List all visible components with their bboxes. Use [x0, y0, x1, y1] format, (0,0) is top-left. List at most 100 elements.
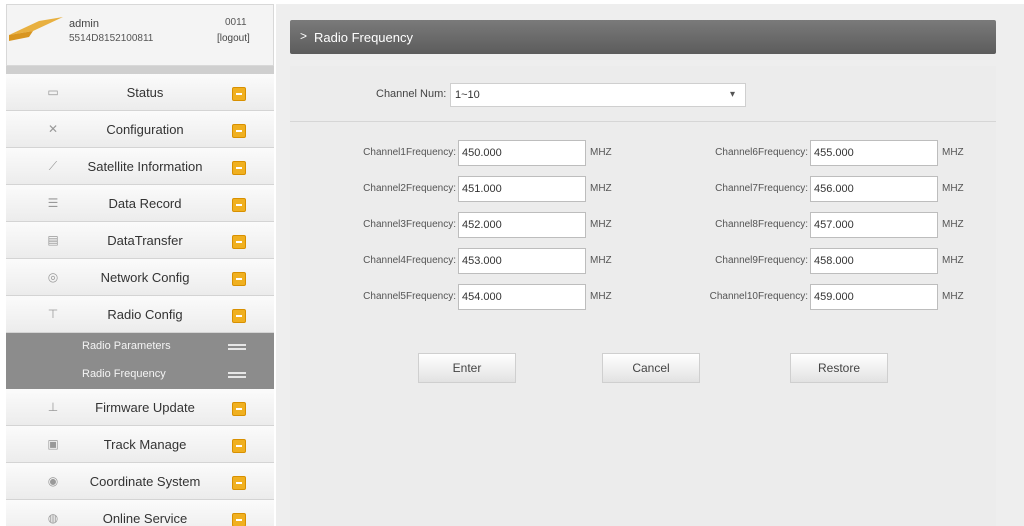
sidebar: admin 5514D8152100811 0011 [logout] ▭ St… [6, 4, 274, 526]
menu-lines-icon [228, 372, 246, 378]
enter-button[interactable]: Enter [418, 353, 516, 383]
menu-item-label: DataTransfer [107, 233, 183, 248]
channel2-unit: MHZ [590, 183, 612, 194]
menu-item-status[interactable]: ▭ Status [6, 74, 274, 111]
user-panel: admin 5514D8152100811 0011 [logout] [6, 4, 274, 66]
channel10-frequency-input[interactable]: 459.000 [810, 284, 938, 310]
logout-link[interactable]: [logout] [217, 33, 250, 44]
network-icon: ◎ [47, 270, 59, 284]
service-icon: ◍ [47, 511, 59, 525]
user-code: 0011 [225, 17, 247, 28]
channel9-frequency-input[interactable]: 458.000 [810, 248, 938, 274]
page-title-bar: > Radio Frequency [290, 20, 996, 54]
channel3-unit: MHZ [590, 219, 612, 230]
expand-icon[interactable] [232, 124, 246, 138]
channel10-label: Channel10Frequency: [709, 291, 808, 302]
user-id: 5514D8152100811 [69, 33, 154, 44]
channel6-unit: MHZ [942, 147, 964, 158]
restore-button[interactable]: Restore [790, 353, 888, 383]
channel2-frequency-input[interactable]: 451.000 [458, 176, 586, 202]
channel8-unit: MHZ [942, 219, 964, 230]
user-name: admin [69, 18, 99, 30]
menu-item-label: Configuration [106, 122, 184, 137]
menu-item-label: Online Service [102, 511, 188, 526]
channel10-unit: MHZ [942, 291, 964, 302]
channel6-frequency-input[interactable]: 455.000 [810, 140, 938, 166]
submenu-item-label: Radio Parameters [82, 340, 171, 352]
expand-icon[interactable] [232, 309, 246, 323]
channel8-label: Channel8Frequency: [715, 219, 808, 230]
menu-item-label: Firmware Update [95, 400, 195, 415]
menu-item-datatransfer[interactable]: ▤ DataTransfer [6, 222, 274, 259]
menu-item-label: Track Manage [103, 437, 187, 452]
menu-item-online-service[interactable]: ◍ Online Service [6, 500, 274, 526]
expand-icon[interactable] [232, 161, 246, 175]
expand-icon[interactable] [232, 439, 246, 453]
menu-item-network-config[interactable]: ◎ Network Config [6, 259, 274, 296]
channel3-frequency-input[interactable]: 452.000 [458, 212, 586, 238]
globe-icon: ◉ [47, 474, 59, 488]
expand-icon[interactable] [232, 198, 246, 212]
menu-item-label: Radio Config [107, 307, 183, 322]
chevron-down-icon: ▾ [729, 89, 735, 100]
radio-config-submenu: Radio Parameters Radio Frequency [6, 333, 274, 389]
channel7-frequency-input[interactable]: 456.000 [810, 176, 938, 202]
expand-icon[interactable] [232, 513, 246, 526]
monitor-icon: ▭ [47, 85, 59, 99]
expand-icon[interactable] [232, 402, 246, 416]
menu-item-configuration[interactable]: ✕ Configuration [6, 111, 274, 148]
expand-icon[interactable] [232, 476, 246, 490]
menu-lines-icon [228, 344, 246, 350]
menu-item-label: Satellite Information [87, 159, 203, 174]
channel9-unit: MHZ [942, 255, 964, 266]
record-icon: ☰ [47, 196, 59, 210]
menu-item-radio-config[interactable]: ⊤ Radio Config [6, 296, 274, 333]
expand-icon[interactable] [232, 272, 246, 286]
channel5-frequency-input[interactable]: 454.000 [458, 284, 586, 310]
channel4-frequency-input[interactable]: 453.000 [458, 248, 586, 274]
menu-item-data-record[interactable]: ☰ Data Record [6, 185, 274, 222]
cancel-button[interactable]: Cancel [602, 353, 700, 383]
transfer-icon: ▤ [47, 233, 59, 247]
submenu-item-radio-frequency[interactable]: Radio Frequency [6, 361, 274, 389]
menu-item-label: Coordinate System [89, 474, 201, 489]
radio-frequency-form: Channel Num: 1~10 ▾ Channel1Frequency: 4… [290, 66, 996, 526]
channel5-unit: MHZ [590, 291, 612, 302]
channel5-label: Channel5Frequency: [363, 291, 456, 302]
main-panel: > Radio Frequency Channel Num: 1~10 ▾ Ch… [276, 4, 1024, 526]
submenu-item-radio-parameters[interactable]: Radio Parameters [6, 333, 274, 361]
chevron-right-icon: > [300, 29, 308, 43]
channel7-label: Channel7Frequency: [715, 183, 808, 194]
menu-item-label: Status [126, 85, 164, 100]
channel9-label: Channel9Frequency: [715, 255, 808, 266]
menu-item-track-manage[interactable]: ▣ Track Manage [6, 426, 274, 463]
menu-item-label: Data Record [108, 196, 182, 211]
satellite-icon: ⟋ [48, 159, 58, 173]
antenna-icon: ⊤ [47, 307, 59, 321]
channel1-label: Channel1Frequency: [363, 147, 456, 158]
nav-menu: ▭ Status ✕ Configuration ⟋ Satellite Inf… [6, 74, 274, 526]
channel1-frequency-input[interactable]: 450.000 [458, 140, 586, 166]
submenu-item-label: Radio Frequency [82, 368, 166, 380]
channel4-unit: MHZ [590, 255, 612, 266]
page-title: Radio Frequency [314, 30, 413, 45]
menu-item-firmware-update[interactable]: ⊥ Firmware Update [6, 389, 274, 426]
channel-num-select[interactable]: 1~10 ▾ [450, 83, 746, 107]
expand-icon[interactable] [232, 87, 246, 101]
channel8-frequency-input[interactable]: 457.000 [810, 212, 938, 238]
channel6-label: Channel6Frequency: [715, 147, 808, 158]
channel2-label: Channel2Frequency: [363, 183, 456, 194]
track-icon: ▣ [47, 437, 59, 451]
channel1-unit: MHZ [590, 147, 612, 158]
expand-icon[interactable] [232, 235, 246, 249]
menu-item-label: Network Config [100, 270, 190, 285]
divider [290, 121, 996, 122]
channel-num-value: 1~10 [455, 89, 480, 101]
channel4-label: Channel4Frequency: [363, 255, 456, 266]
channel3-label: Channel3Frequency: [363, 219, 456, 230]
menu-item-coordinate-system[interactable]: ◉ Coordinate System [6, 463, 274, 500]
upload-icon: ⊥ [47, 400, 59, 414]
logo-icon [9, 17, 63, 41]
channel7-unit: MHZ [942, 183, 964, 194]
menu-item-satellite-information[interactable]: ⟋ Satellite Information [6, 148, 274, 185]
